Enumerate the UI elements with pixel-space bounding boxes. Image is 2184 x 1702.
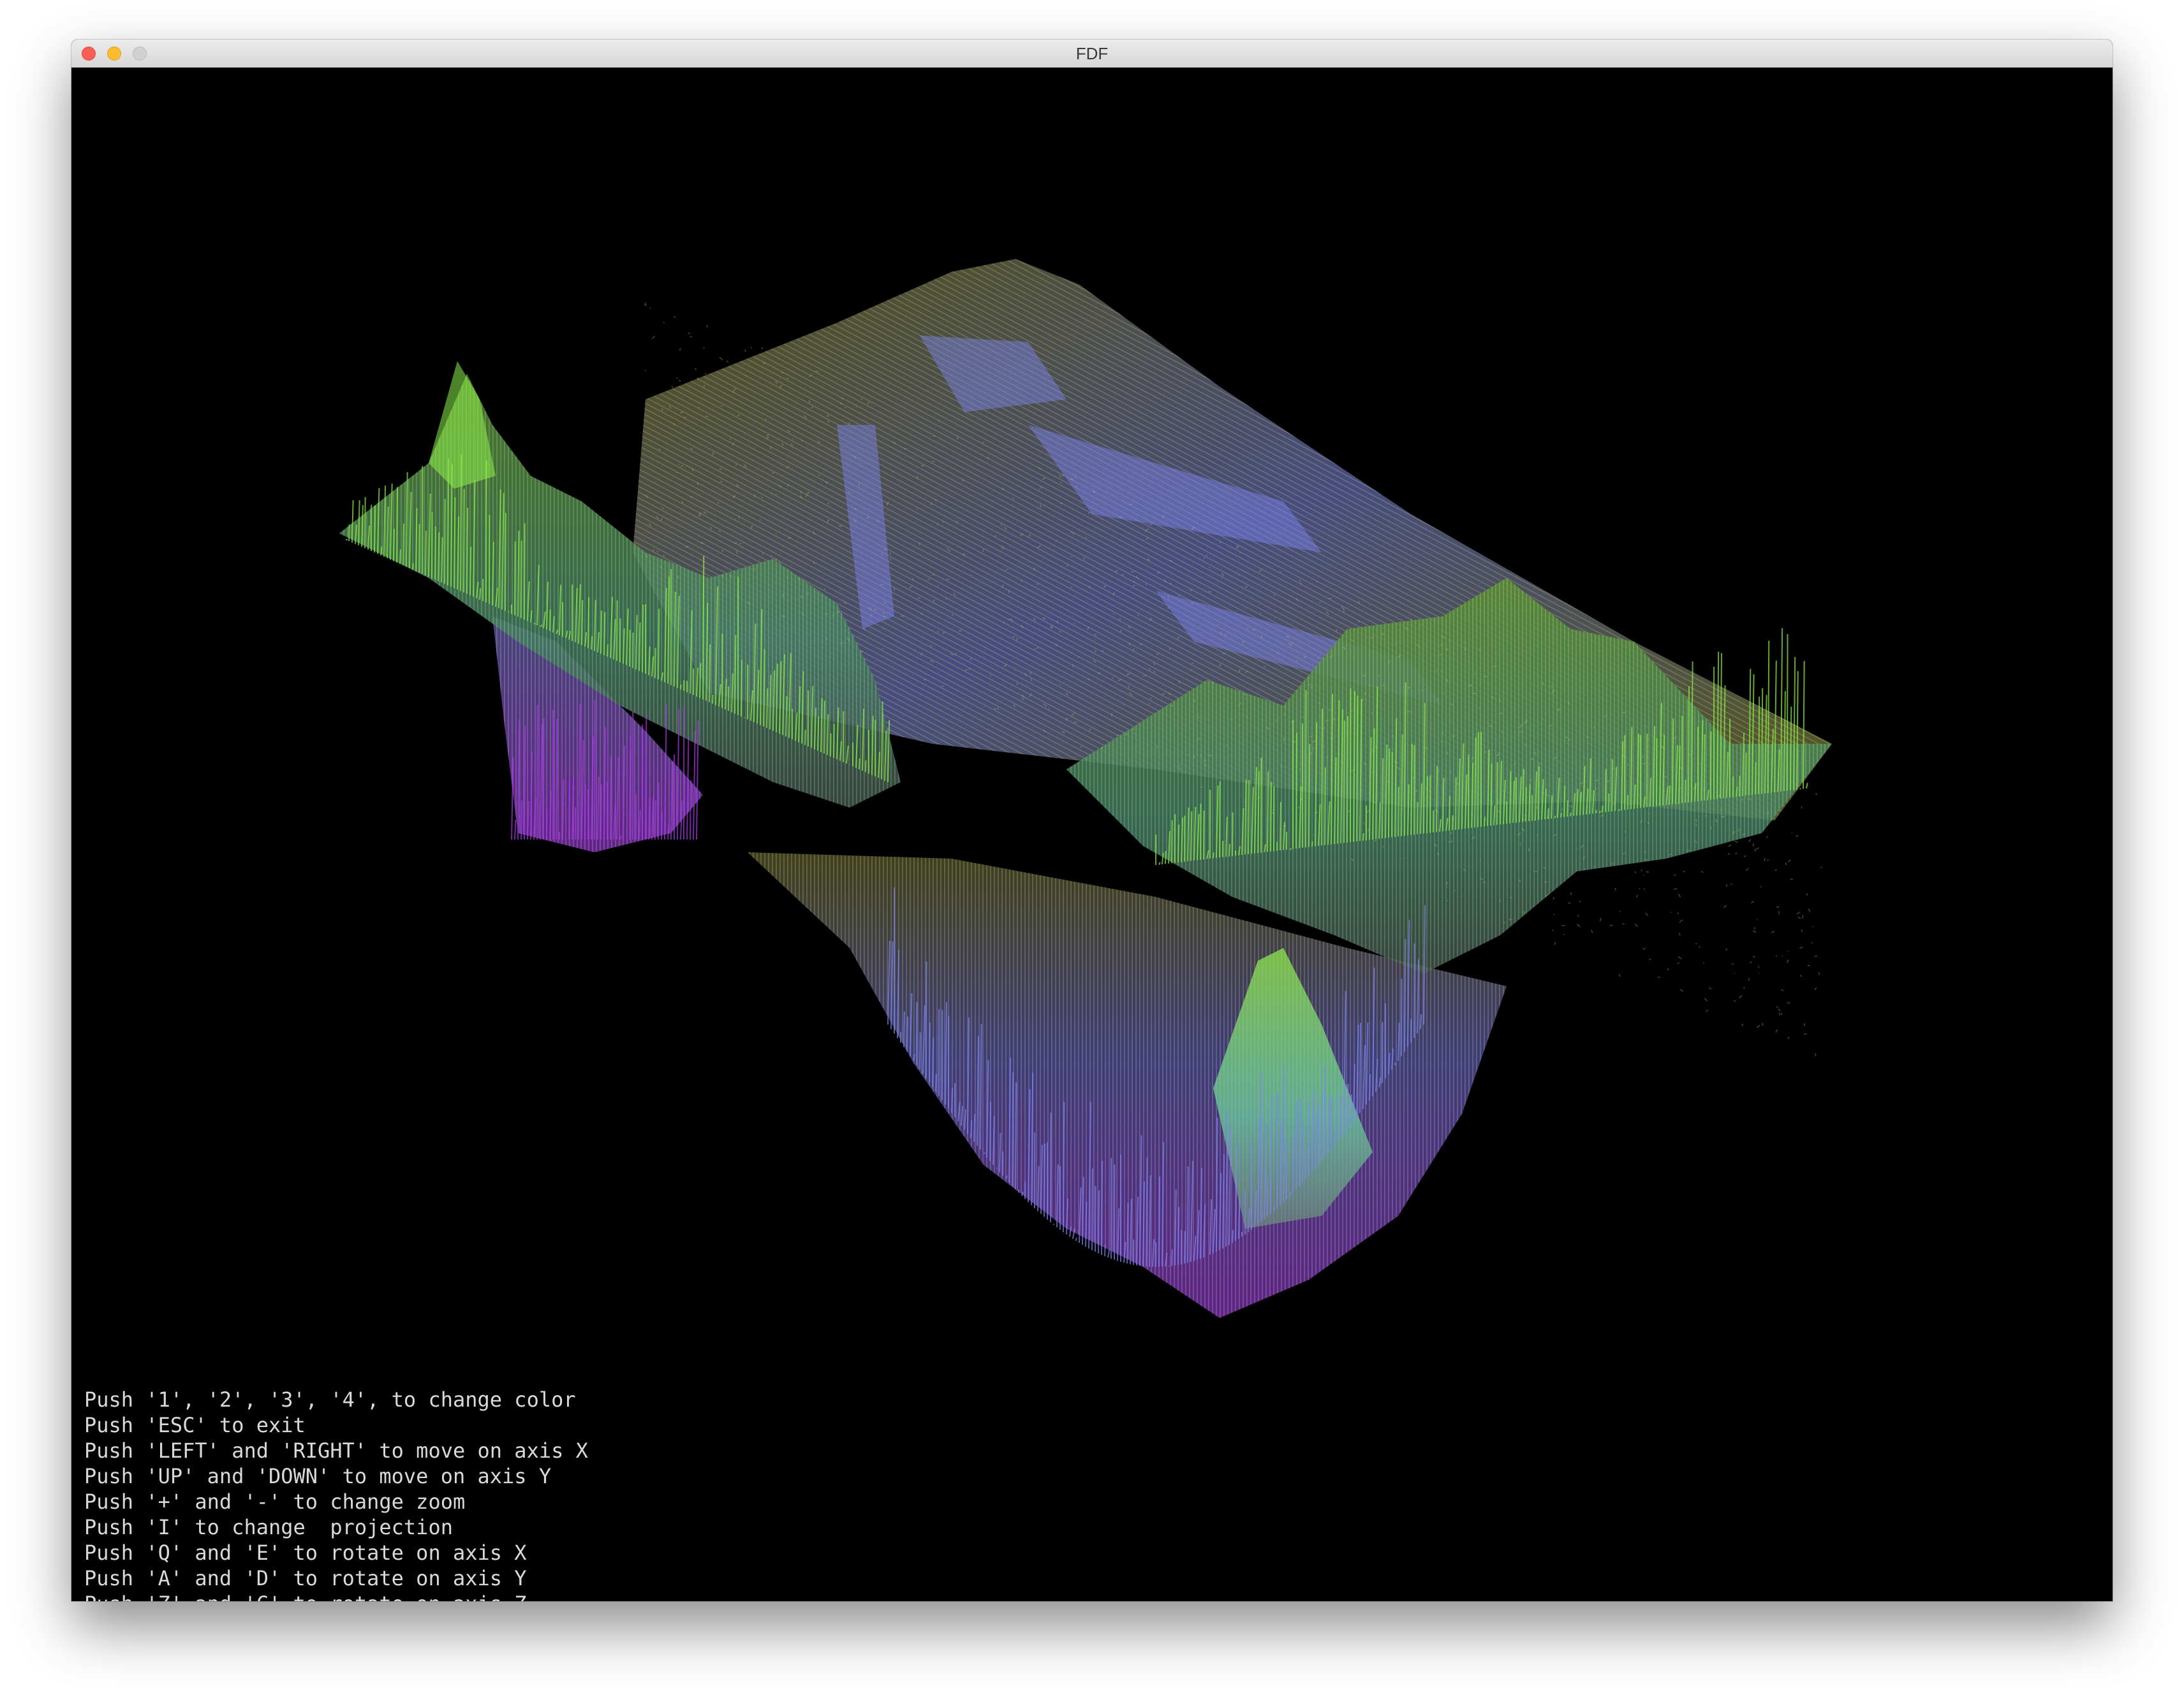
help-line: Push 'ESC' to exit: [84, 1413, 306, 1437]
help-line: Push 'LEFT' and 'RIGHT' to move on axis …: [84, 1439, 588, 1463]
fdf-window: FDF Push '1', '2', '3', '4', to change c…: [71, 40, 2113, 1601]
render-canvas[interactable]: Push '1', '2', '3', '4', to change color…: [71, 68, 2113, 1601]
help-line: Push 'I' to change projection: [84, 1515, 453, 1539]
window-title: FDF: [1075, 44, 1109, 63]
help-line: Push 'Z' and 'C' to rotate on axis Z: [84, 1591, 588, 1601]
title-bar[interactable]: FDF: [71, 40, 2113, 68]
help-line: Push '+' and '-' to change zoom: [84, 1490, 466, 1514]
controls-help: Push '1', '2', '3', '4', to change color…: [84, 1387, 588, 1601]
desktop: FDF Push '1', '2', '3', '4', to change c…: [0, 0, 2184, 1702]
help-line: Push 'UP' and 'DOWN' to move on axis Y: [84, 1464, 552, 1488]
help-line: Push '1', '2', '3', '4', to change color: [84, 1388, 576, 1412]
wireframe-terrain: [339, 259, 1832, 1318]
help-line: Push 'Q' and 'E' to rotate on axis X: [84, 1541, 527, 1565]
help-line: Push 'A' and 'D' to rotate on axis Y: [84, 1566, 527, 1590]
